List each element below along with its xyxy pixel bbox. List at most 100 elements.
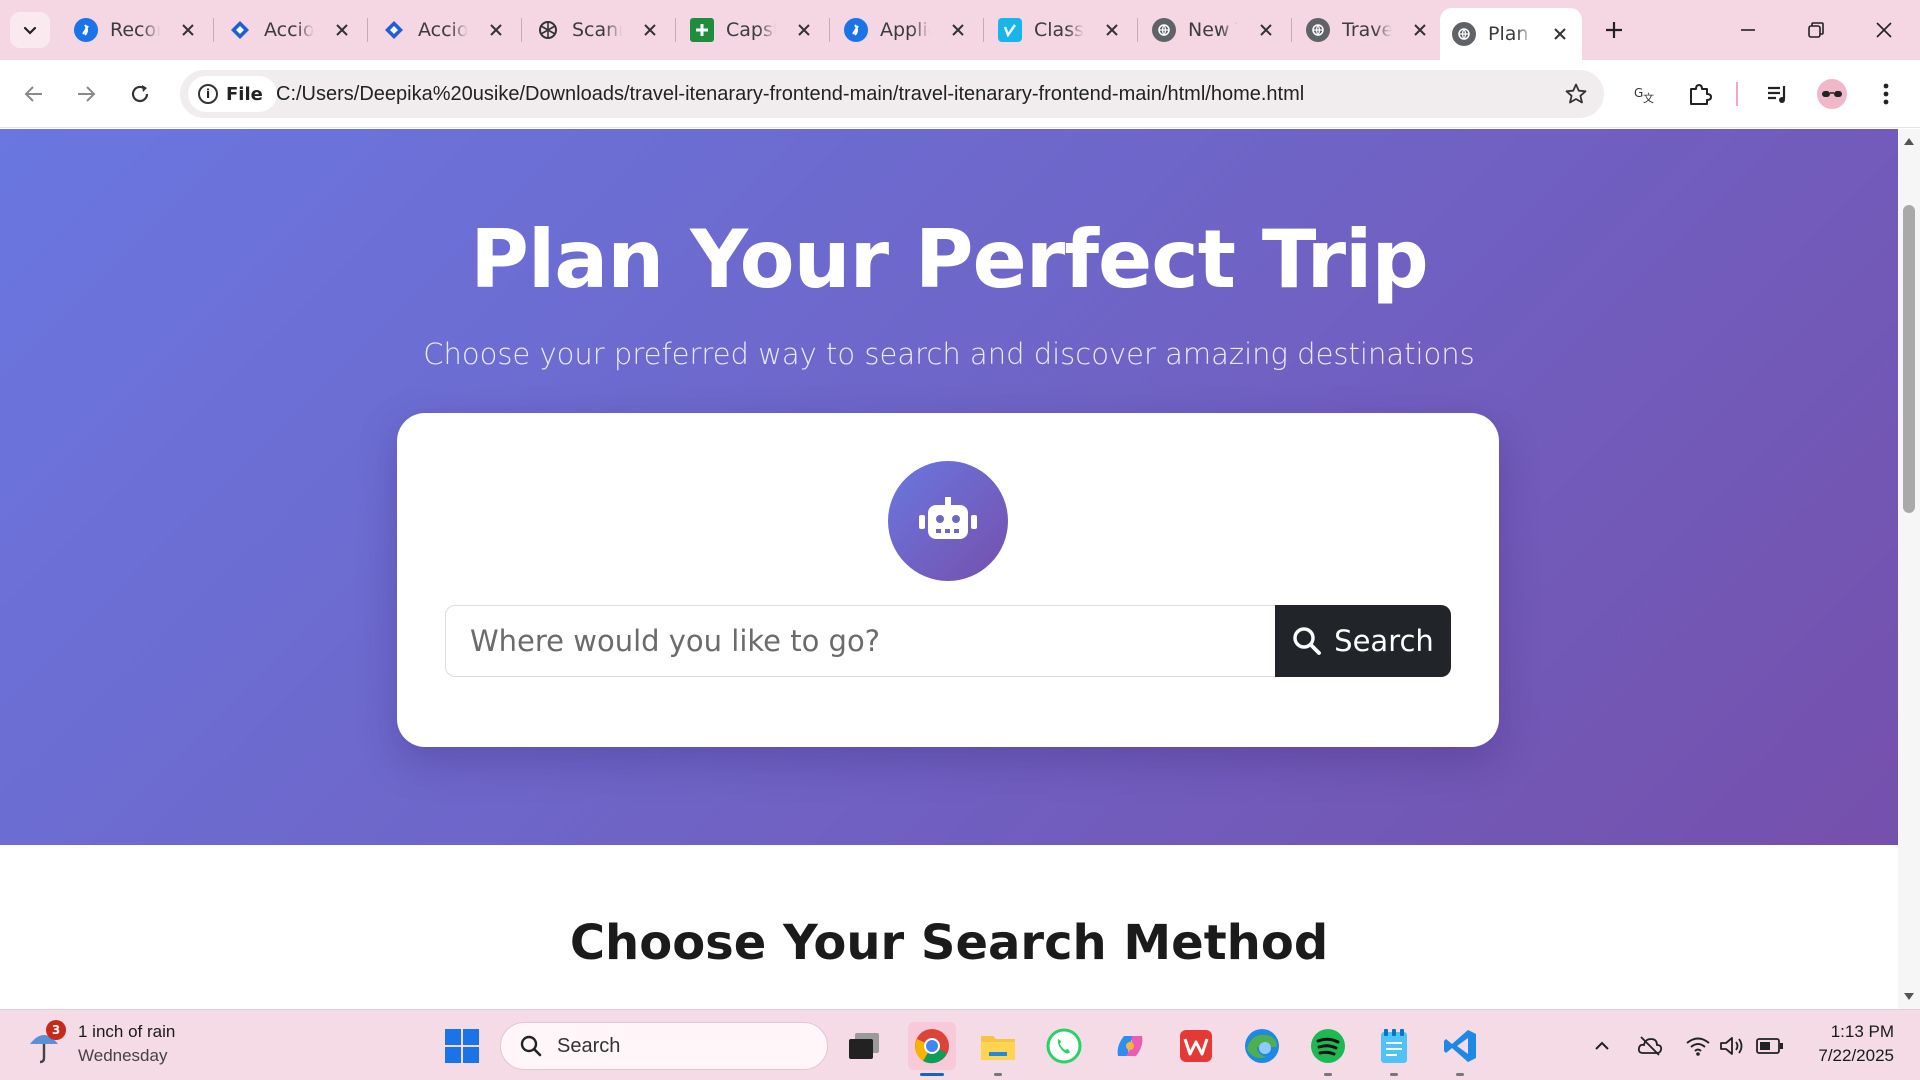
tab-accio-1[interactable]: Accio	[216, 8, 364, 52]
google-sheets-icon	[690, 18, 714, 42]
tab-plan-your-trip[interactable]: Plan Y	[1440, 8, 1582, 60]
onedrive-button[interactable]	[1636, 1032, 1664, 1060]
close-icon[interactable]	[1550, 24, 1570, 44]
tab-title: Accio	[264, 19, 314, 41]
search-method-heading: Choose Your Search Method	[569, 915, 1329, 971]
profile-avatar-button[interactable]	[1812, 74, 1852, 114]
tab-scanner[interactable]: Scann	[524, 8, 672, 52]
chevron-up-icon	[1595, 1041, 1609, 1050]
page-scrollbar[interactable]	[1898, 129, 1920, 1009]
tab-title: Accio	[418, 19, 468, 41]
vscode-button[interactable]	[1436, 1022, 1484, 1076]
vimeo-icon	[998, 18, 1022, 42]
show-hidden-icons-button[interactable]	[1588, 1032, 1616, 1060]
close-icon[interactable]	[178, 20, 198, 40]
start-button[interactable]	[438, 1022, 486, 1070]
close-window-button[interactable]	[1854, 6, 1914, 54]
page-viewport: Plan Your Perfect Trip Choose your prefe…	[0, 129, 1898, 1009]
clock-date: 7/22/2025	[1818, 1046, 1894, 1065]
volume-button[interactable]	[1718, 1032, 1746, 1060]
extensions-button[interactable]	[1680, 74, 1720, 114]
close-icon[interactable]	[332, 20, 352, 40]
tab-new[interactable]: New T	[1140, 8, 1288, 52]
taskbar-search-box[interactable]: Search	[500, 1022, 828, 1070]
taskbar-search-label: Search	[557, 1034, 621, 1057]
tab-recon[interactable]: Recon	[62, 8, 210, 52]
destination-search-input[interactable]	[445, 605, 1277, 677]
notepad-button[interactable]	[1370, 1022, 1418, 1076]
robot-icon	[888, 461, 1008, 581]
back-button[interactable]	[14, 74, 54, 114]
whatsapp-button[interactable]	[1040, 1022, 1088, 1070]
media-control-button[interactable]	[1758, 74, 1798, 114]
tab-title: Recon	[110, 19, 160, 41]
task-view-icon	[849, 1033, 879, 1059]
media-queue-icon	[1768, 86, 1786, 103]
acciojob-icon	[228, 18, 252, 42]
tab-title: Applic	[880, 19, 930, 41]
copilot-button[interactable]	[1106, 1022, 1154, 1070]
wifi-button[interactable]	[1684, 1032, 1712, 1060]
arrow-right-icon	[78, 86, 96, 102]
url-text[interactable]: C:/Users/Deepika%20usike/Downloads/trave…	[276, 70, 1304, 118]
system-clock[interactable]: 1:13 PM 7/22/2025	[1818, 1020, 1894, 1068]
scroll-thumb[interactable]	[1903, 205, 1915, 513]
weather-alert-badge: 3	[46, 1020, 66, 1040]
restore-button[interactable]	[1786, 6, 1846, 54]
close-icon[interactable]	[794, 20, 814, 40]
wps-office-button[interactable]	[1172, 1022, 1220, 1070]
close-icon[interactable]	[486, 20, 506, 40]
plus-icon	[1606, 22, 1622, 38]
tab-title: New T	[1188, 19, 1238, 41]
forward-button[interactable]	[66, 74, 106, 114]
bookmark-star-button[interactable]	[1562, 80, 1590, 108]
task-view-button[interactable]	[840, 1022, 888, 1070]
cloud-offline-icon	[1637, 1036, 1663, 1056]
scroll-up-arrow-icon[interactable]	[1903, 135, 1915, 147]
tab-class[interactable]: Class	[986, 8, 1134, 52]
reload-button[interactable]	[120, 74, 160, 114]
browser-toolbar: i File C:/Users/Deepika%20usike/Download…	[0, 60, 1920, 128]
wps-office-icon	[1180, 1030, 1212, 1062]
folder-icon	[981, 1036, 1015, 1060]
close-icon[interactable]	[948, 20, 968, 40]
translate-button[interactable]: G文	[1624, 74, 1664, 114]
minimize-button[interactable]	[1718, 6, 1778, 54]
tab-title: Class	[1034, 19, 1084, 41]
tab-title: Capst	[726, 19, 776, 41]
spotify-button[interactable]	[1304, 1022, 1352, 1076]
chrome-menu-button[interactable]	[1866, 74, 1906, 114]
sunglasses-icon	[1822, 91, 1842, 97]
address-bar[interactable]: i File C:/Users/Deepika%20usike/Download…	[180, 70, 1604, 118]
copilot-icon	[1117, 1036, 1143, 1056]
avatar	[1817, 79, 1847, 109]
search-card: Search	[397, 413, 1499, 747]
weather-widget[interactable]: 3 1 inch of rain Wednesday	[24, 1020, 175, 1068]
globe-grey-icon	[1306, 18, 1330, 42]
close-icon[interactable]	[1102, 20, 1122, 40]
close-icon[interactable]	[640, 20, 660, 40]
reload-icon	[131, 85, 149, 103]
globe-blue-icon	[74, 18, 98, 42]
close-icon[interactable]	[1256, 20, 1276, 40]
search-icon	[520, 1035, 542, 1057]
star-icon	[1565, 83, 1587, 104]
file-explorer-button[interactable]	[974, 1022, 1022, 1076]
globe-grey-icon	[1152, 18, 1176, 42]
tab-travel[interactable]: Travel	[1294, 8, 1442, 52]
site-info-chip[interactable]: i File	[188, 76, 277, 112]
tab-search-button[interactable]	[10, 12, 50, 48]
globe-grey-icon	[1452, 22, 1476, 46]
chrome-taskbar-button[interactable]	[908, 1022, 956, 1076]
chrome-icon	[915, 1029, 949, 1064]
tab-capstone[interactable]: Capst	[678, 8, 826, 52]
search-button[interactable]: Search	[1275, 605, 1451, 677]
new-tab-button[interactable]	[1596, 12, 1632, 48]
tab-applications[interactable]: Applic	[832, 8, 980, 52]
scroll-down-arrow-icon[interactable]	[1903, 991, 1915, 1003]
tab-accio-2[interactable]: Accio	[370, 8, 518, 52]
close-icon[interactable]	[1410, 20, 1430, 40]
edge-button[interactable]	[1238, 1022, 1286, 1070]
battery-button[interactable]	[1756, 1032, 1784, 1060]
translate-icon: G文	[1634, 86, 1654, 105]
